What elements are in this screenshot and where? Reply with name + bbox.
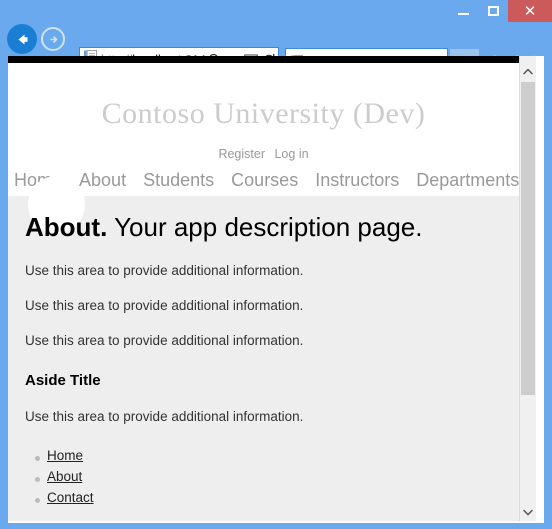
forward-arrow-icon xyxy=(49,35,57,43)
browser-viewport: Contoso University (Dev) Register Log in… xyxy=(8,56,544,521)
vertical-scrollbar[interactable] xyxy=(519,56,536,521)
aside-title: Aside Title xyxy=(25,372,101,389)
nav-item-about[interactable]: About xyxy=(79,170,126,190)
aside-link-contact[interactable]: Contact xyxy=(47,490,94,505)
scroll-up-button[interactable] xyxy=(520,63,536,80)
chevron-up-icon xyxy=(523,68,533,75)
body-paragraph-1: Use this area to provide additional info… xyxy=(25,263,304,278)
page-content: About. Your app description page. Use th… xyxy=(8,196,519,505)
page-title-strong: About. xyxy=(25,212,108,242)
body-paragraph-2: Use this area to provide additional info… xyxy=(25,298,304,313)
chevron-down-icon xyxy=(523,509,533,516)
nav-item-departments[interactable]: Departments xyxy=(416,170,519,190)
list-item: Contact xyxy=(35,484,502,505)
back-button[interactable] xyxy=(7,24,37,54)
minimize-icon xyxy=(457,13,469,15)
navigation-toolbar: http://localhost:214 xyxy=(0,22,552,75)
nav-item-instructors[interactable]: Instructors xyxy=(315,170,399,190)
forward-button[interactable] xyxy=(41,27,65,51)
list-item: About xyxy=(35,463,502,484)
window-bottom-edge xyxy=(8,521,544,523)
title-bar: ✕ xyxy=(0,0,552,22)
nav-item-courses[interactable]: Courses xyxy=(231,170,298,190)
page-title: About. Your app description page. xyxy=(25,196,502,243)
scroll-down-button[interactable] xyxy=(520,504,536,521)
page-title-rest: Your app description page. xyxy=(114,212,423,242)
close-button[interactable]: ✕ xyxy=(508,0,552,22)
browser-window: ✕ http://localhost:214 xyxy=(0,0,552,529)
nav-item-students[interactable]: Students xyxy=(143,170,214,190)
auth-links: Register Log in xyxy=(8,147,519,161)
page-top-bar xyxy=(8,56,526,63)
register-link[interactable]: Register xyxy=(218,147,265,161)
body-paragraph-3: Use this area to provide additional info… xyxy=(25,333,304,348)
aside-link-home[interactable]: Home xyxy=(47,448,83,463)
close-icon: ✕ xyxy=(523,1,537,20)
main-navigation: Home About Students Courses Instructors … xyxy=(8,170,519,191)
list-item: Home xyxy=(35,442,502,463)
maximize-button[interactable] xyxy=(478,0,508,22)
maximize-icon xyxy=(487,6,499,16)
scrollbar-thumb[interactable] xyxy=(521,82,535,395)
web-page: Contoso University (Dev) Register Log in… xyxy=(8,63,519,521)
site-brand-title: Contoso University (Dev) xyxy=(101,97,426,130)
aside-link-about[interactable]: About xyxy=(47,469,82,484)
aside-paragraph: Use this area to provide additional info… xyxy=(25,409,304,424)
back-arrow-icon xyxy=(18,34,27,44)
login-link[interactable]: Log in xyxy=(274,147,308,161)
minimize-button[interactable] xyxy=(448,0,478,22)
aside-link-list: Home About Contact xyxy=(25,424,502,505)
site-header: Contoso University (Dev) Register Log in… xyxy=(8,63,519,196)
